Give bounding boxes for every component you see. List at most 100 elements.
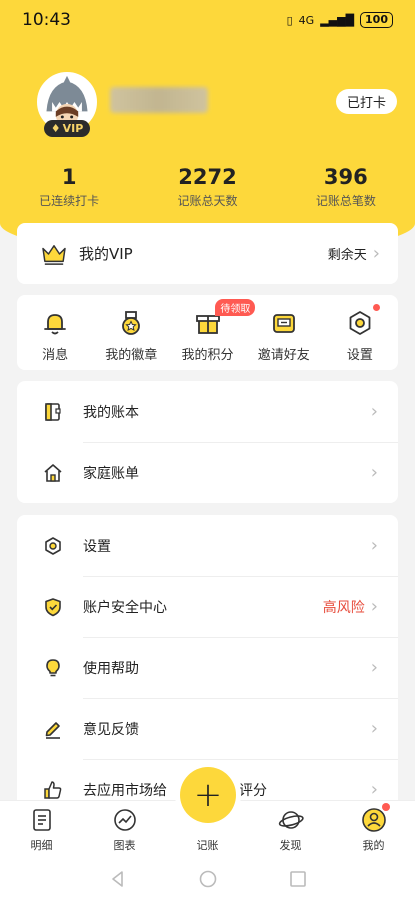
bulb-icon	[46, 658, 60, 676]
diamond-icon: ♦	[50, 122, 61, 135]
quick-item-badges[interactable]: 我的徽章	[93, 295, 169, 370]
recents-square-icon[interactable]	[288, 869, 308, 889]
stats-row: 1 已连续打卡 2272 记账总天数 396 记账总笔数	[0, 165, 415, 209]
row-right: ›	[370, 656, 378, 678]
vip-remaining: 剩余天 ›	[328, 244, 380, 263]
chevron-right-icon: ›	[370, 656, 378, 678]
list-doc-icon	[32, 809, 51, 831]
home-icon	[44, 463, 62, 482]
vibrate-icon: ▯	[286, 13, 293, 27]
chevron-right-icon: ›	[370, 400, 378, 422]
network-label: 4G	[298, 13, 315, 27]
vip-badge: ♦ VIP	[44, 120, 90, 137]
notification-dot	[373, 304, 381, 311]
row-label: 家庭账单	[83, 465, 139, 482]
row-label: 去应用市场给	[83, 782, 167, 799]
stat-value: 396	[323, 165, 368, 189]
add-record-wrap: +	[175, 762, 241, 828]
row-right: ›	[370, 534, 378, 556]
row-right: ›	[370, 461, 378, 483]
vip-card[interactable]: 我的VIP 剩余天 ›	[17, 223, 398, 284]
account-list: 我的账本 › 家庭账单 ›	[17, 381, 398, 503]
notification-dot	[382, 803, 390, 811]
quick-item-settings[interactable]: 设置	[322, 295, 398, 370]
tab-charts[interactable]: 图表	[83, 801, 166, 858]
quick-label: 我的徽章	[105, 348, 158, 363]
tab-label: 发现	[279, 839, 302, 852]
chevron-right-icon: ›	[370, 461, 378, 483]
invite-icon	[272, 314, 295, 333]
chart-icon	[113, 809, 136, 831]
row-right: ›	[370, 400, 378, 422]
chevron-right-icon: ›	[370, 717, 378, 739]
list-item-security-center[interactable]: 账户安全中心 高风险 ›	[17, 576, 398, 637]
quick-item-messages[interactable]: 消息	[17, 295, 93, 370]
list-item-family-bill[interactable]: 家庭账单 ›	[17, 442, 398, 503]
stat-label: 记账总天数	[177, 194, 238, 208]
quick-label: 消息	[42, 348, 69, 363]
tab-label: 明细	[30, 839, 53, 852]
checkin-button[interactable]: 已打卡	[336, 89, 397, 114]
tab-label: 记账	[196, 839, 219, 852]
row-label: 我的账本	[83, 404, 139, 421]
battery-icon: 100	[360, 12, 393, 28]
status-icons: ▯ 4G ▂▄▆█ 100	[287, 12, 393, 28]
medal-icon	[122, 311, 141, 335]
tab-label: 图表	[113, 839, 136, 852]
chevron-right-icon: ›	[372, 242, 380, 264]
row-right: 高风险 ›	[323, 597, 378, 617]
quick-actions: 消息 我的徽章 待领取 我的积分 邀请好友 设置	[17, 295, 398, 370]
chevron-right-icon: ›	[370, 778, 378, 800]
crown-icon	[42, 244, 66, 265]
row-label: 设置	[83, 538, 111, 555]
list-item-my-ledger[interactable]: 我的账本 ›	[17, 381, 398, 442]
settings-icon	[45, 536, 61, 555]
row-right: ›	[370, 717, 378, 739]
tab-discover[interactable]: 发现	[249, 801, 332, 858]
thumbs-up-icon	[44, 780, 62, 799]
list-item-settings[interactable]: 设置 ›	[17, 515, 398, 576]
quick-item-invite[interactable]: 邀请好友	[246, 295, 322, 370]
tab-label: 我的	[362, 839, 385, 852]
stat-label: 已连续打卡	[39, 194, 100, 208]
risk-status: 高风险	[322, 599, 365, 616]
tab-mine[interactable]: 我的	[332, 801, 415, 858]
ledger-icon	[45, 402, 61, 421]
vip-remaining-label: 剩余天	[327, 248, 367, 263]
stat-value: 1	[61, 165, 77, 189]
chevron-right-icon: ›	[370, 534, 378, 556]
bell-icon	[44, 314, 66, 335]
row-label: 意见反馈	[83, 721, 139, 738]
list-item-help[interactable]: 使用帮助 ›	[17, 637, 398, 698]
list-item-feedback[interactable]: 意见反馈 ›	[17, 698, 398, 759]
quick-label: 设置	[346, 348, 373, 363]
back-triangle-icon[interactable]	[108, 869, 128, 889]
plus-icon: +	[193, 775, 223, 815]
quick-label: 邀请好友	[257, 348, 310, 363]
shield-icon	[45, 597, 61, 616]
username-blurred	[110, 87, 208, 113]
quick-label: 我的积分	[181, 348, 234, 363]
pencil-icon	[45, 721, 60, 739]
row-label: 使用帮助	[83, 660, 139, 677]
quick-item-points[interactable]: 待领取 我的积分	[169, 295, 256, 370]
profile-icon	[361, 808, 386, 832]
vip-badge-label: VIP	[62, 122, 84, 135]
stat-streak[interactable]: 1 已连续打卡	[0, 165, 138, 209]
stat-value: 2272	[178, 165, 237, 189]
tab-details[interactable]: 明细	[0, 801, 83, 858]
stat-total-days[interactable]: 2272 记账总天数	[138, 165, 276, 209]
row-right: ›	[370, 778, 378, 800]
row-label-tail: 评分	[239, 782, 267, 799]
hex-settings-icon	[349, 311, 371, 335]
signal-icon: ▂▄▆█	[320, 13, 355, 27]
chevron-right-icon: ›	[370, 595, 378, 617]
stat-label: 记账总笔数	[315, 194, 376, 208]
home-circle-icon[interactable]	[198, 869, 218, 889]
row-label: 账户安全中心	[83, 599, 167, 616]
status-time: 10:43	[22, 10, 71, 30]
add-record-button[interactable]: +	[180, 767, 236, 823]
status-bar: 10:43 ▯ 4G ▂▄▆█ 100	[0, 0, 415, 40]
system-nav-bar	[0, 858, 415, 900]
stat-total-entries[interactable]: 396 记账总笔数	[277, 165, 415, 209]
